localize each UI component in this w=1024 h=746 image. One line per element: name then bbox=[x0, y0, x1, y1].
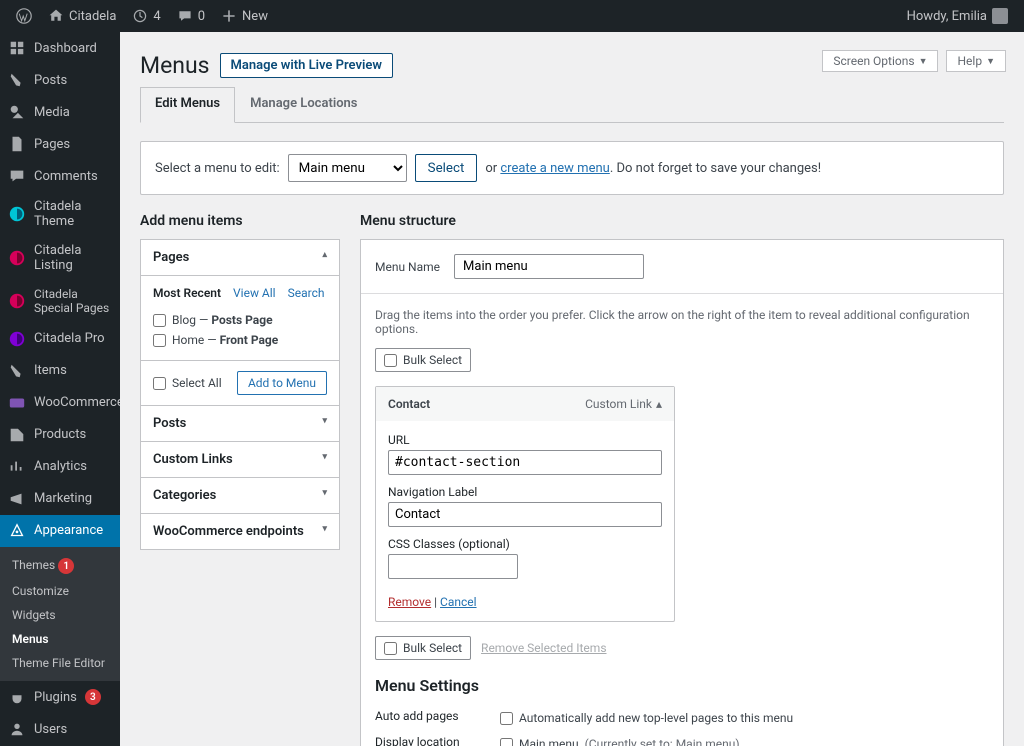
nav-tabs: Edit Menus Manage Locations bbox=[140, 87, 1004, 123]
nav-citadela-theme[interactable]: Citadela Theme bbox=[0, 192, 120, 236]
loc-main-checkbox[interactable]: Main menu (Currently set to: Main menu) bbox=[500, 735, 756, 746]
subtab-recent[interactable]: Most Recent bbox=[153, 286, 221, 300]
subtab-viewall[interactable]: View All bbox=[233, 286, 276, 300]
menu-name-label: Menu Name bbox=[375, 260, 440, 274]
nav-comments[interactable]: Comments bbox=[0, 160, 120, 192]
acc-categories[interactable]: Categories bbox=[141, 478, 339, 514]
nav-pages[interactable]: Pages bbox=[0, 128, 120, 160]
nav-label-input[interactable] bbox=[388, 502, 662, 527]
select-all[interactable]: Select All bbox=[153, 373, 222, 393]
nav-products[interactable]: Products bbox=[0, 419, 120, 451]
menu-select[interactable]: Main menu bbox=[288, 154, 407, 182]
acc-posts[interactable]: Posts bbox=[141, 406, 339, 442]
screen-options-button[interactable]: Screen Options▼ bbox=[822, 50, 938, 72]
acc-woocommerce[interactable]: WooCommerce endpoints bbox=[141, 514, 339, 549]
updates-link[interactable]: 4 bbox=[124, 0, 168, 32]
css-classes-input[interactable] bbox=[388, 554, 518, 579]
new-link[interactable]: New bbox=[213, 0, 276, 32]
admin-bar: Citadela 4 0 New Howdy, Emilia bbox=[0, 0, 1024, 32]
nav-media[interactable]: Media bbox=[0, 96, 120, 128]
nav-posts[interactable]: Posts bbox=[0, 64, 120, 96]
acc-custom-links[interactable]: Custom Links bbox=[141, 442, 339, 478]
chevron-up-icon: ▴ bbox=[656, 397, 662, 411]
subtab-search[interactable]: Search bbox=[288, 286, 325, 300]
add-items-heading: Add menu items bbox=[140, 213, 340, 229]
menu-name-input[interactable] bbox=[454, 254, 644, 279]
select-menu-bar: Select a menu to edit: Main menu Select … bbox=[140, 141, 1004, 195]
nav-plugins[interactable]: Plugins 3 bbox=[0, 681, 120, 713]
nav-appearance[interactable]: Appearance bbox=[0, 515, 120, 547]
bulk-select-top[interactable]: Bulk Select bbox=[375, 348, 471, 372]
help-button[interactable]: Help▼ bbox=[946, 50, 1006, 72]
structure-hint: Drag the items into the order you prefer… bbox=[375, 308, 989, 336]
acc-pages[interactable]: Pages bbox=[141, 240, 339, 276]
nav-items[interactable]: Items bbox=[0, 355, 120, 387]
cancel-link[interactable]: Cancel bbox=[440, 595, 477, 609]
nav-marketing[interactable]: Marketing bbox=[0, 483, 120, 515]
appearance-submenu: Themes 1 Customize Widgets Menus Theme F… bbox=[0, 547, 120, 682]
nav-citadela-listing[interactable]: Citadela Listing bbox=[0, 236, 120, 280]
page-item-home[interactable]: Home — Front Page bbox=[153, 330, 327, 350]
howdy-user[interactable]: Howdy, Emilia bbox=[899, 0, 1016, 32]
menu-structure-heading: Menu structure bbox=[360, 213, 1004, 229]
admin-sidebar: Dashboard Posts Media Pages Comments Cit… bbox=[0, 32, 120, 746]
wp-logo[interactable] bbox=[8, 0, 40, 32]
site-link[interactable]: Citadela bbox=[40, 0, 124, 32]
subnav-theme-editor[interactable]: Theme File Editor bbox=[0, 651, 120, 675]
nav-label-label: Navigation Label bbox=[388, 485, 662, 499]
remove-selected-link: Remove Selected Items bbox=[481, 641, 606, 655]
menu-settings-heading: Menu Settings bbox=[375, 676, 989, 695]
manage-live-preview-button[interactable]: Manage with Live Preview bbox=[220, 53, 393, 78]
subnav-customize[interactable]: Customize bbox=[0, 579, 120, 603]
nav-citadela-pro[interactable]: Citadela Pro bbox=[0, 323, 120, 355]
nav-dashboard[interactable]: Dashboard bbox=[0, 32, 120, 64]
menu-item-header[interactable]: Contact Custom Link▴ bbox=[376, 387, 674, 421]
css-classes-label: CSS Classes (optional) bbox=[388, 537, 662, 551]
tab-edit-menus[interactable]: Edit Menus bbox=[140, 87, 235, 123]
url-input[interactable] bbox=[388, 450, 662, 475]
nav-analytics[interactable]: Analytics bbox=[0, 451, 120, 483]
add-to-menu-button[interactable]: Add to Menu bbox=[237, 371, 327, 395]
subnav-themes[interactable]: Themes 1 bbox=[0, 553, 120, 580]
select-button[interactable]: Select bbox=[415, 154, 478, 182]
url-label: URL bbox=[388, 433, 662, 447]
tab-manage-locations[interactable]: Manage Locations bbox=[235, 87, 372, 122]
select-label: Select a menu to edit: bbox=[155, 161, 280, 176]
bulk-select-bottom[interactable]: Bulk Select bbox=[375, 636, 471, 660]
nav-users[interactable]: Users bbox=[0, 713, 120, 745]
nav-citadela-special[interactable]: Citadela Special Pages bbox=[0, 280, 120, 323]
page-item-blog[interactable]: Blog — Posts Page bbox=[153, 310, 327, 330]
auto-add-checkbox[interactable]: Automatically add new top-level pages to… bbox=[500, 709, 793, 727]
display-location-label: Display location bbox=[375, 735, 500, 746]
page-title: Menus bbox=[140, 52, 210, 79]
avatar bbox=[992, 8, 1008, 24]
comments-link[interactable]: 0 bbox=[169, 0, 213, 32]
plugins-badge: 3 bbox=[85, 689, 101, 705]
remove-link[interactable]: Remove bbox=[388, 595, 431, 609]
themes-badge: 1 bbox=[58, 558, 74, 574]
content-area: Screen Options▼ Help▼ Menus Manage with … bbox=[120, 32, 1024, 746]
create-new-menu-link[interactable]: create a new menu bbox=[500, 161, 609, 176]
nav-woocommerce[interactable]: WooCommerce bbox=[0, 387, 120, 419]
subnav-widgets[interactable]: Widgets bbox=[0, 603, 120, 627]
auto-add-label: Auto add pages bbox=[375, 709, 500, 727]
subnav-menus[interactable]: Menus bbox=[0, 627, 120, 651]
or-text: or create a new menu. Do not forget to s… bbox=[485, 161, 821, 176]
menu-item-contact: Contact Custom Link▴ URL Navigation Labe… bbox=[375, 386, 675, 622]
